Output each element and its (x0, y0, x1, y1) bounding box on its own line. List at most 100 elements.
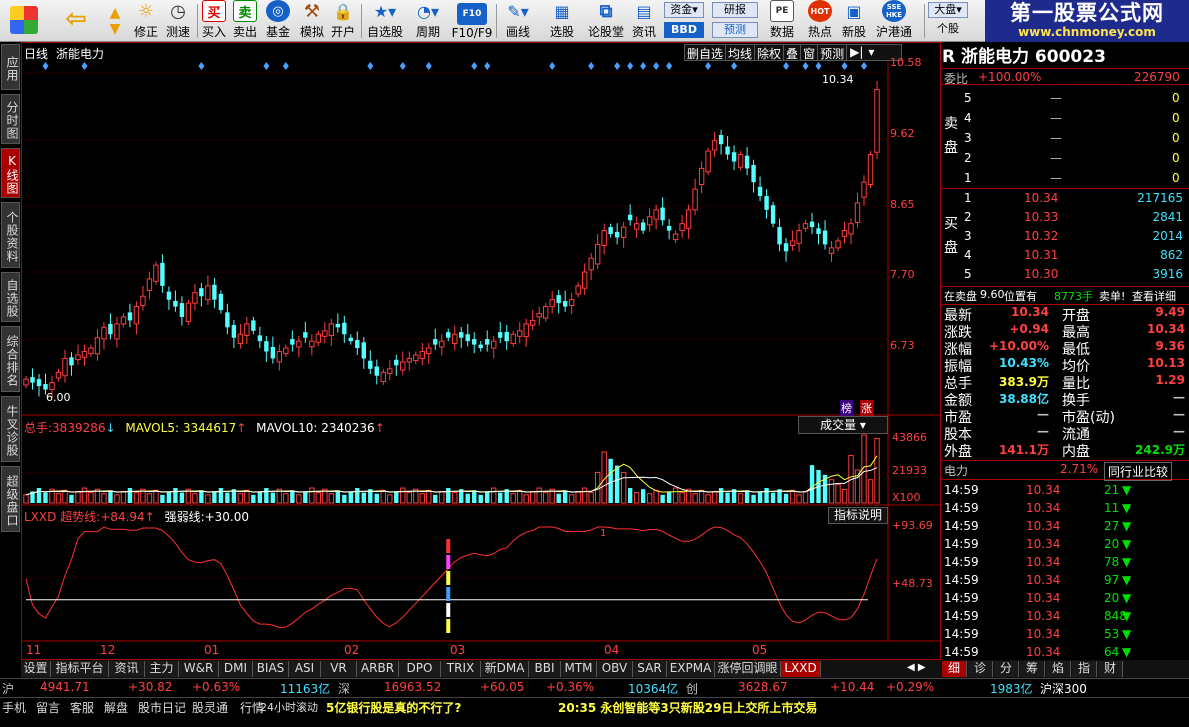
status-link[interactable]: 手机 (2, 699, 26, 716)
indicator-tab[interactable]: LXXD (781, 661, 821, 677)
indicator-tab[interactable]: EXPMA (667, 661, 715, 677)
forum-button[interactable]: ⧉ 论股堂 (586, 0, 626, 42)
indicator-tab[interactable]: W&R (179, 661, 219, 677)
overlay-button[interactable]: 叠 (783, 45, 800, 61)
chevron-right-icon[interactable]: ▶ (918, 662, 926, 673)
updown-icon[interactable]: ▲ ▼ (104, 0, 126, 42)
ex-rights-button[interactable]: 除权 (754, 45, 783, 61)
indicator-tab[interactable]: 资讯 (109, 661, 145, 677)
back-icon[interactable]: ⇦ (56, 0, 96, 42)
tab-kline[interactable]: K线图 (1, 148, 20, 198)
right-panel-tab[interactable]: 财 (1098, 661, 1123, 677)
sell-level-row[interactable]: 3 — 0 (942, 130, 1189, 147)
newstock-button[interactable]: ▣ 新股 (838, 0, 870, 42)
toolbar-fix[interactable]: ☼ 修正 (132, 0, 160, 42)
watchlist-button[interactable]: ★▾ 自选股 (364, 0, 406, 42)
buy-level-row[interactable]: 1 10.34 217165 (942, 190, 1189, 207)
toolbar-speed[interactable]: ◷ 测速 (162, 0, 194, 42)
market-dropdown[interactable]: 大盘▾ (928, 2, 968, 18)
tab-diagnosis[interactable]: 牛叉诊股 (1, 396, 20, 462)
stock-tab-button[interactable]: 个股 (928, 22, 968, 38)
indicator-tab[interactable]: OBV (597, 661, 633, 677)
status-link[interactable]: 解盘 (104, 699, 128, 716)
right-panel-tab[interactable]: 细 (942, 661, 967, 677)
hk-connect-button[interactable]: SSE HKE 沪港通 (872, 0, 916, 42)
buy-level-row[interactable]: 4 10.31 862 (942, 247, 1189, 264)
indicator-tab[interactable]: DPO (399, 661, 441, 677)
open-account-button[interactable]: 🔒 开户 (329, 0, 357, 42)
indicator-tab[interactable]: ARBR (357, 661, 399, 677)
industry-compare-button[interactable]: 同行业比较 (1104, 462, 1173, 481)
forecast-overlay-button[interactable]: 预测 (817, 45, 846, 61)
data-button[interactable]: PE 数据 (762, 0, 802, 42)
research-button[interactable]: 研报 (712, 2, 758, 18)
indicator-help-button[interactable]: 指标说明 (828, 507, 888, 524)
indicator-tab[interactable]: 涨停回调眼 (715, 661, 781, 677)
status-link[interactable]: 股灵通 (192, 699, 228, 716)
expand-icon[interactable]: ▶| (846, 45, 866, 60)
sell-level-row[interactable]: 4 — 0 (942, 110, 1189, 127)
select-stock-button[interactable]: ▦ 选股 (548, 0, 576, 42)
f10-button[interactable]: F10 F10/F9 (450, 0, 494, 42)
bbd-button[interactable]: BBD (664, 22, 704, 38)
kline-chart[interactable] (22, 43, 942, 661)
indicator-tab[interactable]: 设置 (21, 661, 51, 677)
status-link[interactable]: 股市日记 (138, 699, 186, 716)
indicator-tab[interactable]: 指标平台 (51, 661, 109, 677)
index-bar[interactable]: 沪 4941.71 +30.82 +0.63% 11163亿 深 16963.5… (0, 678, 1189, 696)
chart-pane[interactable]: 日线 浙能电力 删自选 均线 除权 叠 窗 预测 ▶| ▾ 10.58 9.62… (21, 42, 942, 661)
indicator-tab[interactable]: VR (321, 661, 357, 677)
tab-ranking[interactable]: 综合排名 (1, 326, 20, 392)
tab-timeshare[interactable]: 分时图 (1, 94, 20, 144)
right-panel-tab[interactable]: 诊 (968, 661, 993, 677)
indicator-tab[interactable]: DMI (219, 661, 253, 677)
indicator-tab[interactable]: 主力 (145, 661, 179, 677)
tab-watchlist[interactable]: 自选股 (1, 272, 20, 322)
forecast-button[interactable]: 预测 (712, 22, 758, 38)
brand-banner[interactable]: 第一股票公式网 www.chnmoney.com (985, 0, 1189, 42)
rise-badge[interactable]: 涨 (860, 400, 873, 416)
indicator-tab[interactable]: ASI (289, 661, 321, 677)
indicator-tab[interactable]: TRIX (441, 661, 481, 677)
headline-1[interactable]: 5亿银行股是真的不行了? (326, 699, 461, 716)
hot-button[interactable]: HOT 热点 (804, 0, 836, 42)
right-panel-tab[interactable]: 焰 (1046, 661, 1071, 677)
capital-button[interactable]: 资金▾ (664, 2, 704, 18)
delete-watch-button[interactable]: 删自选 (685, 45, 725, 61)
fund-button[interactable]: ◎ 基金 (264, 0, 292, 42)
period-button[interactable]: ◔▾ 周期 (410, 0, 446, 42)
draw-button[interactable]: ✎▾ 画线 (499, 0, 537, 42)
logo-icon[interactable] (4, 0, 44, 42)
buy-level-row[interactable]: 5 10.30 3916 (942, 266, 1189, 283)
indicator-tab[interactable]: BBI (529, 661, 561, 677)
status-link[interactable]: 客服 (70, 699, 94, 716)
right-panel-tab[interactable]: 筹 (1020, 661, 1045, 677)
sell-button[interactable]: 卖 卖出 (231, 0, 259, 42)
buy-level-row[interactable]: 2 10.33 2841 (942, 209, 1189, 226)
volume-indicator-dropdown[interactable]: 成交量 ▾ (798, 416, 888, 434)
tab-apps[interactable]: 应用 (1, 44, 20, 90)
scroll-arrows[interactable]: ◀ ▶ (907, 662, 935, 676)
sell-level-row[interactable]: 5 — 0 (942, 90, 1189, 107)
tab-superpanel[interactable]: 超级盘口 (1, 466, 20, 532)
right-panel-tab[interactable]: 分 (994, 661, 1019, 677)
chevron-down-icon[interactable]: ▾ (866, 45, 876, 60)
indicator-tab[interactable]: 新DMA (481, 661, 529, 677)
sell-notice[interactable]: 在卖盘 9.60 位置有 8773手 卖单! 查看详细 (942, 286, 1189, 303)
right-panel-tab[interactable]: 指 (1072, 661, 1097, 677)
buy-level-row[interactable]: 3 10.32 2014 (942, 228, 1189, 245)
ma-button[interactable]: 均线 (725, 45, 754, 61)
indicator-tab[interactable]: MTM (561, 661, 597, 677)
indicator-tab[interactable]: BIAS (253, 661, 289, 677)
news-button[interactable]: ▤ 资讯 (630, 0, 658, 42)
window-button[interactable]: 窗 (800, 45, 817, 61)
chevron-left-icon[interactable]: ◀ (907, 662, 915, 673)
tab-profile[interactable]: 个股资料 (1, 202, 20, 268)
sell-level-row[interactable]: 1 — 0 (942, 170, 1189, 187)
status-link[interactable]: 留言 (36, 699, 60, 716)
rank-badge[interactable]: 榜 (840, 400, 853, 416)
headline-2[interactable]: 20:35 永创智能等3只新股29日上交所上市交易 (558, 699, 817, 716)
indicator-tab[interactable]: SAR (633, 661, 667, 677)
simulate-button[interactable]: ⚒ 模拟 (297, 0, 327, 42)
buy-button[interactable]: 买 买入 (200, 0, 228, 42)
